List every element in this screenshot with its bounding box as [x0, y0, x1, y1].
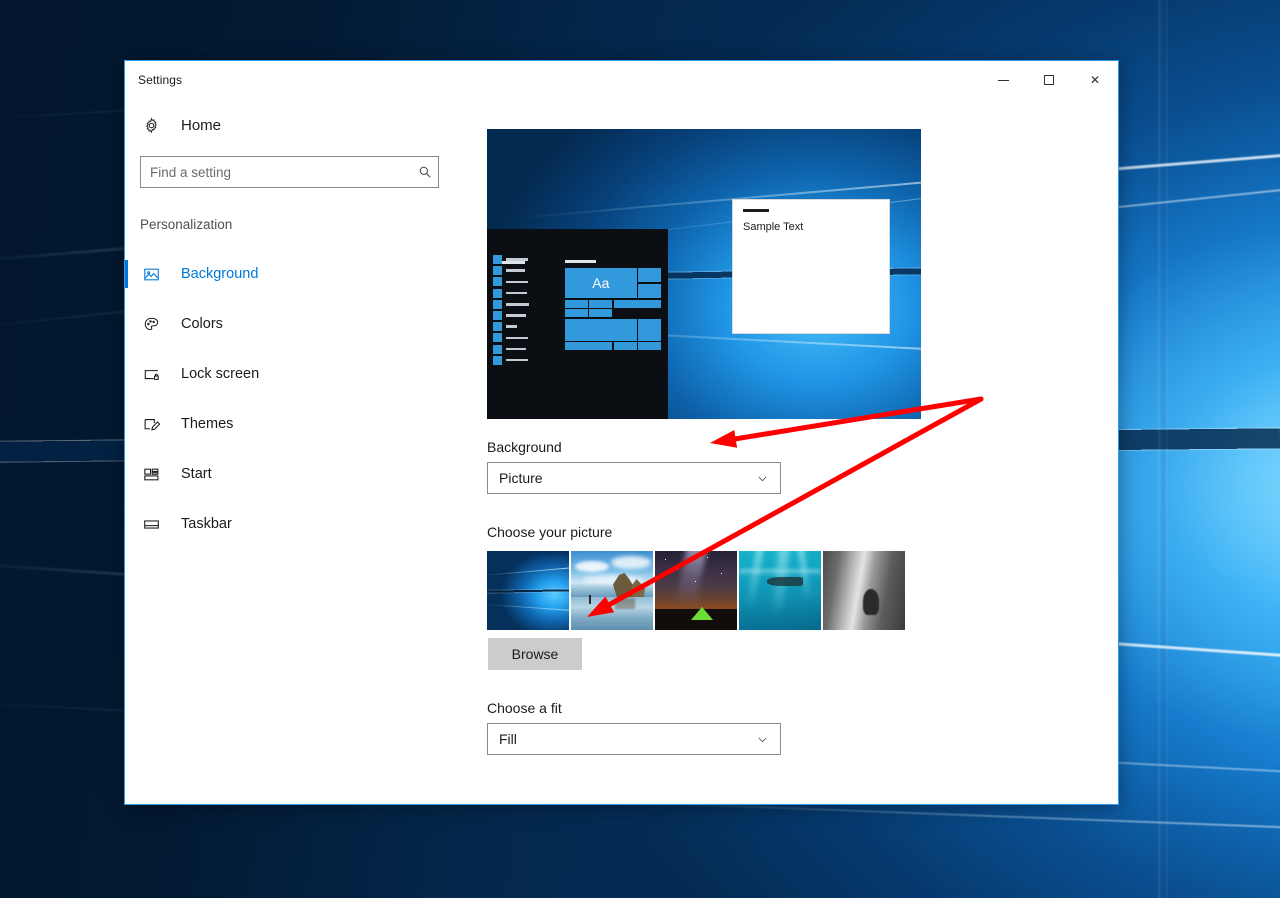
choose-fit-label: Choose a fit	[487, 700, 562, 716]
themes-icon	[140, 416, 162, 433]
desktop-wallpaper: Settings ✕ Home Find a setting Personali…	[0, 0, 1280, 898]
sidebar-item-label: Start	[181, 466, 212, 482]
content-pane: Aa Sample Text Background Picture Choose…	[461, 99, 1118, 805]
preview-tile	[565, 299, 588, 308]
sidebar: Home Personalization	[125, 99, 461, 805]
preview-tiles-rule	[565, 260, 596, 263]
sidebar-item-label: Colors	[181, 316, 223, 332]
preview-tile	[638, 342, 661, 350]
background-dropdown-value: Picture	[499, 470, 543, 486]
preview-start-app-list	[493, 255, 529, 367]
preview-tile	[565, 309, 588, 317]
start-icon	[140, 466, 162, 483]
sidebar-item-home[interactable]: Home	[125, 105, 461, 145]
preview-sample-window: Sample Text	[732, 199, 890, 334]
minimize-icon	[997, 79, 1009, 81]
close-button[interactable]: ✕	[1072, 61, 1118, 99]
selection-accent-bar	[125, 410, 128, 438]
sidebar-item-label: Background	[181, 266, 259, 282]
picture-icon	[140, 266, 162, 283]
thumbnail-underwater[interactable]	[739, 551, 821, 630]
window-body: Home Personalization	[125, 99, 1118, 805]
background-preview: Aa Sample Text	[487, 129, 921, 419]
thumbnail-beach-rock[interactable]	[571, 551, 653, 630]
preview-tile-aa: Aa	[565, 268, 637, 298]
chevron-down-icon	[756, 733, 769, 746]
preview-start-menu: Aa	[487, 229, 668, 419]
sidebar-nav-list: Background Colors Lock screen Themes Sta…	[125, 249, 461, 549]
palette-icon	[140, 316, 162, 333]
selection-accent-bar	[125, 360, 128, 388]
sidebar-item-themes[interactable]: Themes	[125, 399, 461, 449]
thumbnail-milky-way-tent[interactable]	[655, 551, 737, 630]
sidebar-item-label: Lock screen	[181, 366, 260, 382]
close-icon: ✕	[1089, 73, 1101, 87]
browse-button[interactable]: Browse	[488, 638, 582, 670]
preview-tile	[638, 268, 661, 282]
sidebar-item-label: Taskbar	[181, 516, 232, 532]
selection-accent-bar	[125, 260, 128, 288]
preview-tile	[589, 299, 613, 308]
sidebar-item-taskbar[interactable]: Taskbar	[125, 499, 461, 549]
sidebar-item-colors[interactable]: Colors	[125, 299, 461, 349]
preview-tile	[638, 318, 661, 341]
title-bar[interactable]: Settings ✕	[125, 61, 1118, 99]
preview-tile-grid: Aa	[565, 268, 661, 350]
selection-accent-bar	[125, 460, 128, 488]
sidebar-item-label: Themes	[181, 416, 234, 432]
sidebar-item-background[interactable]: Background	[125, 249, 461, 299]
search-container	[125, 145, 461, 188]
caption-buttons: ✕	[980, 61, 1118, 99]
background-label: Background	[487, 439, 562, 455]
minimize-button[interactable]	[980, 61, 1026, 99]
chevron-down-icon	[756, 472, 769, 485]
sidebar-item-lock-screen[interactable]: Lock screen	[125, 349, 461, 399]
preview-tile	[589, 309, 613, 317]
sidebar-home-label: Home	[181, 116, 222, 134]
window-title: Settings	[138, 73, 183, 87]
gear-icon	[140, 117, 162, 134]
maximize-button[interactable]	[1026, 61, 1072, 99]
settings-window: Settings ✕ Home Find a setting Personali…	[124, 60, 1119, 805]
preview-tile	[613, 342, 637, 350]
thumbnail-windows-hero[interactable]	[487, 551, 569, 630]
search-input[interactable]	[141, 164, 412, 180]
sidebar-section-heading: Personalization	[140, 217, 233, 232]
preview-tile	[565, 342, 613, 350]
choose-fit-dropdown-value: Fill	[499, 731, 517, 747]
browse-button-container: Browse	[487, 630, 1118, 670]
picture-thumbnail-list	[487, 551, 1118, 630]
search-icon[interactable]	[412, 165, 438, 179]
background-dropdown[interactable]: Picture	[487, 462, 781, 494]
selection-accent-bar	[125, 310, 128, 338]
lock-screen-icon	[140, 366, 162, 383]
preview-window-titlebar-rule	[743, 209, 769, 212]
sidebar-item-start[interactable]: Start	[125, 449, 461, 499]
choose-fit-dropdown[interactable]: Fill	[487, 723, 781, 755]
selection-accent-bar	[125, 510, 128, 538]
taskbar-icon	[140, 516, 162, 533]
preview-tile	[638, 283, 661, 298]
maximize-icon	[1044, 75, 1054, 85]
search-box[interactable]	[140, 156, 439, 188]
preview-tile	[565, 318, 637, 341]
preview-sample-text: Sample Text	[743, 220, 804, 233]
choose-picture-label: Choose your picture	[487, 524, 613, 540]
preview-tile	[613, 299, 661, 308]
thumbnail-grayscale-rock[interactable]	[823, 551, 905, 630]
